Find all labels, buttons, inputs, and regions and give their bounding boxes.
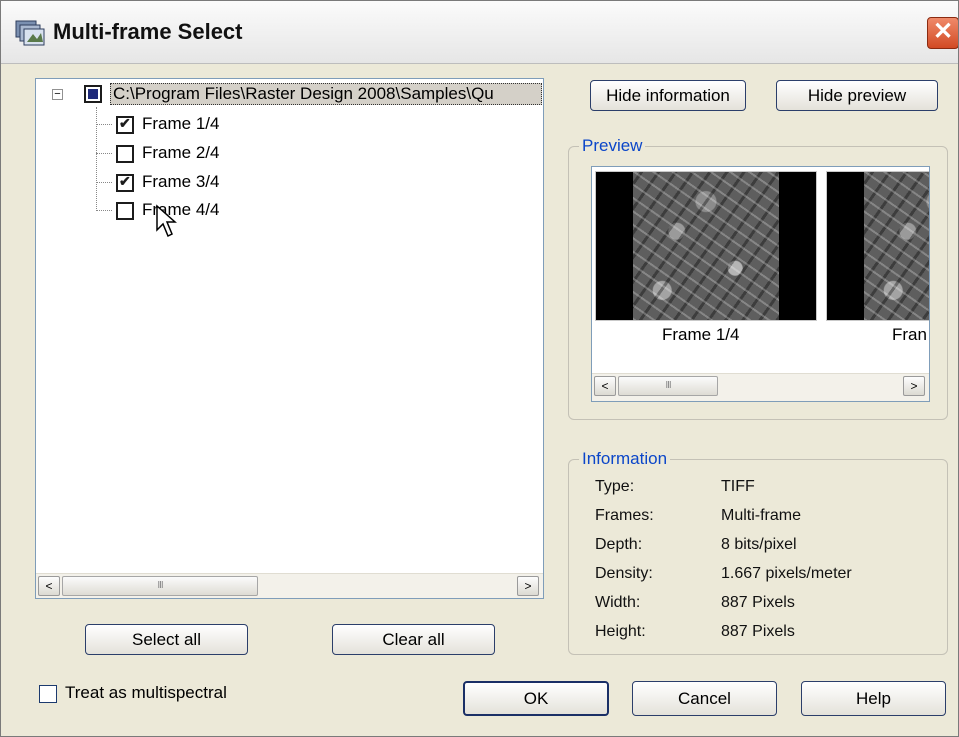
frame-checkbox[interactable] <box>116 173 134 192</box>
preview-horizontal-scrollbar[interactable]: < III > <box>592 373 929 401</box>
info-frames-key: Frames: <box>595 507 654 524</box>
tree-connector <box>96 182 112 183</box>
ok-label: OK <box>523 689 549 708</box>
mouse-cursor-icon <box>156 204 177 238</box>
info-height-key: Height: <box>595 623 646 640</box>
app-icon <box>15 20 45 46</box>
frame-label[interactable]: Frame 1/4 <box>142 114 219 134</box>
close-button[interactable]: ✕ <box>927 17 958 49</box>
thumbnail-label: Frame 1/4 <box>662 325 740 344</box>
frame-label[interactable]: Frame 3/4 <box>142 172 219 192</box>
hide-information-label: Hide information <box>606 86 730 105</box>
dialog-title: Multi-frame Select <box>53 19 243 44</box>
info-density-key: Density: <box>595 565 653 582</box>
select-all-label: Select all <box>132 630 201 649</box>
scroll-right-button[interactable]: > <box>517 576 539 596</box>
frame-tree-content: − C:\Program Files\Raster Design 2008\Sa… <box>36 79 543 573</box>
hide-preview-label: Hide preview <box>807 86 907 105</box>
root-checkbox[interactable] <box>84 85 102 103</box>
info-width-value: 887 Pixels <box>721 594 795 611</box>
info-density-value: 1.667 pixels/meter <box>721 565 852 582</box>
scroll-thumb[interactable]: III <box>62 576 258 596</box>
scroll-thumb[interactable]: III <box>618 376 718 396</box>
frame-checkbox[interactable] <box>116 115 134 134</box>
close-icon: ✕ <box>932 18 954 45</box>
ok-button[interactable]: OK <box>463 681 609 716</box>
collapse-toggle[interactable]: − <box>52 89 63 100</box>
preview-group-title: Preview <box>579 136 646 156</box>
select-all-button[interactable]: Select all <box>85 624 248 655</box>
scroll-left-button[interactable]: < <box>38 576 60 596</box>
cancel-button[interactable]: Cancel <box>632 681 777 716</box>
preview-thumbnail[interactable] <box>826 171 929 321</box>
treat-as-multispectral-label[interactable]: Treat as multispectral <box>65 683 227 703</box>
frame-checkbox[interactable] <box>116 145 134 163</box>
help-label: Help <box>856 689 891 708</box>
clear-all-button[interactable]: Clear all <box>332 624 495 655</box>
information-group-title: Information <box>579 449 671 469</box>
info-type-key: Type: <box>595 478 635 495</box>
info-type-value: TIFF <box>721 478 755 495</box>
tree-connector <box>96 210 112 211</box>
info-depth-value: 8 bits/pixel <box>721 536 797 553</box>
info-frames-value: Multi-frame <box>721 507 802 524</box>
thumbnail-label: Fran <box>892 325 927 344</box>
treat-as-multispectral-text: Treat as multispectral <box>65 683 227 702</box>
preview-thumbnail[interactable] <box>595 171 817 321</box>
frame-tree[interactable]: − C:\Program Files\Raster Design 2008\Sa… <box>35 78 544 599</box>
treat-as-multispectral-checkbox[interactable] <box>39 685 57 703</box>
aerial-image <box>633 172 779 320</box>
scroll-right-button[interactable]: > <box>903 376 925 396</box>
frame-checkbox[interactable] <box>116 202 134 220</box>
multiframe-select-dialog: Multi-frame Select ✕ − C:\Program Files\… <box>0 0 959 737</box>
scroll-left-button[interactable]: < <box>594 376 616 396</box>
hide-information-button[interactable]: Hide information <box>590 80 746 111</box>
aerial-image <box>864 172 929 320</box>
tree-connector <box>96 124 112 125</box>
frame-label[interactable]: Frame 2/4 <box>142 143 219 163</box>
info-height-value: 887 Pixels <box>721 623 795 640</box>
root-path-label[interactable]: C:\Program Files\Raster Design 2008\Samp… <box>110 83 542 105</box>
info-depth-key: Depth: <box>595 536 643 553</box>
preview-thumbnails[interactable]: Frame 1/4 Fran < III > <box>591 166 930 402</box>
clear-all-label: Clear all <box>382 630 445 649</box>
tree-connector <box>96 153 112 154</box>
cancel-label: Cancel <box>678 689 731 708</box>
tree-connector <box>96 107 97 209</box>
help-button[interactable]: Help <box>801 681 946 716</box>
tree-horizontal-scrollbar[interactable]: < III > <box>36 573 543 598</box>
title-bar[interactable]: Multi-frame Select ✕ <box>1 1 958 64</box>
info-width-key: Width: <box>595 594 641 611</box>
hide-preview-button[interactable]: Hide preview <box>776 80 938 111</box>
